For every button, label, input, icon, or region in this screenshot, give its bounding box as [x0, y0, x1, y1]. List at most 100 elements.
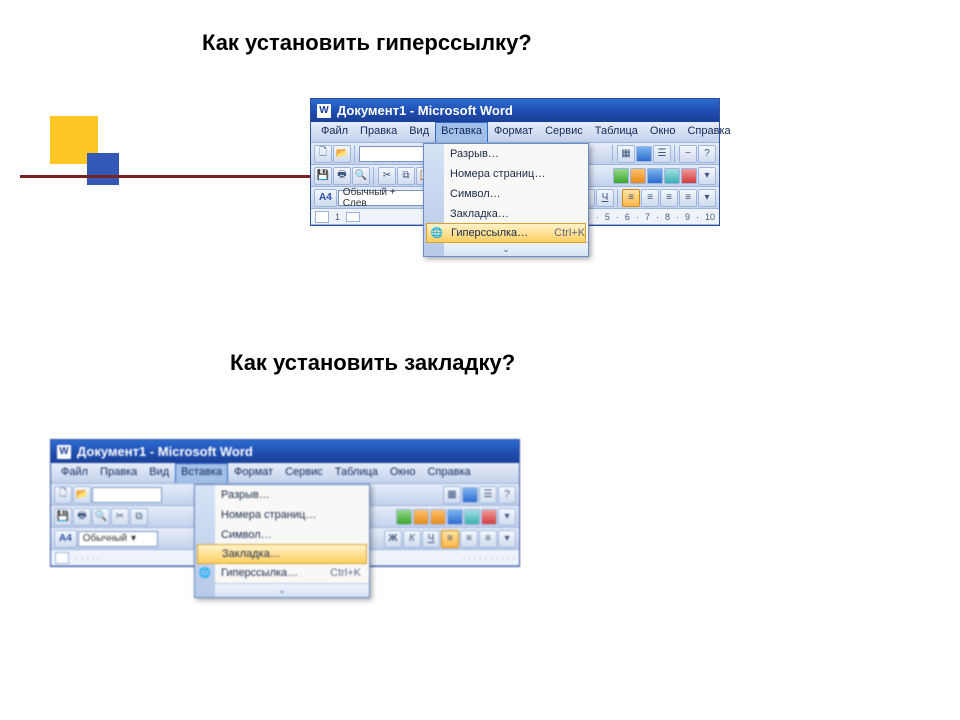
- cut-icon[interactable]: ✂: [378, 167, 396, 185]
- menu-item-pagenumbers[interactable]: Номера страниц…: [195, 505, 369, 525]
- style-name-text: Обычный + Слев: [343, 187, 420, 209]
- titlebar: W Документ1 - Microsoft Word: [51, 440, 519, 463]
- menu-item-symbol[interactable]: Символ…: [424, 184, 588, 204]
- chevron-down-icon[interactable]: ▾: [698, 167, 716, 185]
- new-doc-icon[interactable]: 🗋: [314, 145, 332, 163]
- align-center-icon[interactable]: ≡: [641, 189, 659, 207]
- italic-button[interactable]: К: [403, 530, 421, 548]
- preview-icon[interactable]: 🔍: [92, 508, 110, 526]
- help-icon[interactable]: ?: [498, 486, 516, 504]
- columns-icon[interactable]: ☰: [479, 486, 497, 504]
- menu-format[interactable]: Формат: [228, 463, 279, 483]
- zoom-out-icon[interactable]: −: [679, 145, 697, 163]
- chevron-down-icon[interactable]: ▾: [498, 508, 516, 526]
- menu-item-symbol[interactable]: Символ…: [195, 525, 369, 545]
- style-selector[interactable]: Обычный ▾: [78, 531, 158, 547]
- shortcut-text: Ctrl+K: [534, 227, 585, 239]
- style-indicator[interactable]: A4: [54, 530, 77, 548]
- slide-decoration-blue: [87, 153, 119, 185]
- menu-edit[interactable]: Правка: [354, 122, 403, 142]
- menu-table[interactable]: Таблица: [589, 122, 644, 142]
- align-left-icon[interactable]: ≡: [622, 189, 640, 207]
- copy-icon[interactable]: ⧉: [397, 167, 415, 185]
- swatch-icon[interactable]: [396, 509, 412, 525]
- ruler-label: · · · · · · · · · ·: [463, 553, 515, 563]
- open-icon[interactable]: 📂: [73, 486, 91, 504]
- heading-hyperlink: Как установить гиперссылку?: [202, 30, 532, 56]
- blank-field[interactable]: [92, 487, 162, 503]
- bold-button[interactable]: Ж: [384, 530, 402, 548]
- columns-icon[interactable]: ☰: [653, 145, 671, 163]
- print-icon[interactable]: 🖶: [333, 167, 351, 185]
- swatch-icon[interactable]: [630, 168, 646, 184]
- help-icon[interactable]: ?: [698, 145, 716, 163]
- menu-service[interactable]: Сервис: [539, 122, 589, 142]
- swatch-icon[interactable]: [447, 509, 463, 525]
- align-right-icon[interactable]: ≡: [660, 189, 678, 207]
- preview-icon[interactable]: 🔍: [352, 167, 370, 185]
- open-icon[interactable]: 📂: [333, 145, 351, 163]
- menu-help[interactable]: Справка: [421, 463, 476, 483]
- swatch-icon[interactable]: [481, 509, 497, 525]
- menu-item-break[interactable]: Разрыв…: [195, 485, 369, 505]
- align-left-icon[interactable]: ≡: [441, 530, 459, 548]
- menu-item-hyperlink[interactable]: 🌐 Гиперссылка… Ctrl+K: [195, 563, 369, 583]
- menu-item-break[interactable]: Разрыв…: [424, 144, 588, 164]
- menu-format[interactable]: Формат: [488, 122, 539, 142]
- menu-window[interactable]: Окно: [384, 463, 422, 483]
- ruler-corner-icon[interactable]: [55, 552, 69, 564]
- chevron-down-icon[interactable]: ▾: [698, 189, 716, 207]
- align-center-icon[interactable]: ≡: [460, 530, 478, 548]
- menu-item-bookmark[interactable]: Закладка…: [197, 544, 367, 564]
- save-icon[interactable]: 💾: [54, 508, 72, 526]
- swatch-icon[interactable]: [464, 509, 480, 525]
- swatch-icon[interactable]: [664, 168, 680, 184]
- swatch-icon[interactable]: [430, 509, 446, 525]
- menu-view[interactable]: Вид: [403, 122, 435, 142]
- menu-edit[interactable]: Правка: [94, 463, 143, 483]
- menu-insert[interactable]: Вставка: [175, 463, 228, 483]
- indent-marker-icon[interactable]: [346, 212, 360, 222]
- menu-view[interactable]: Вид: [143, 463, 175, 483]
- expand-menu-icon[interactable]: ⌄: [195, 583, 369, 597]
- swatch-icon[interactable]: [647, 168, 663, 184]
- menu-item-pagenumbers[interactable]: Номера страниц…: [424, 164, 588, 184]
- ruler-tick: 9: [685, 212, 690, 222]
- fillcolor-icon[interactable]: [636, 146, 652, 162]
- copy-icon[interactable]: ⧉: [130, 508, 148, 526]
- cut-icon[interactable]: ✂: [111, 508, 129, 526]
- fillcolor-icon[interactable]: [462, 487, 478, 503]
- ruler-tick: 7: [645, 212, 650, 222]
- expand-menu-icon[interactable]: ⌄: [424, 242, 588, 256]
- swatch-icon[interactable]: [681, 168, 697, 184]
- menu-item-bookmark[interactable]: Закладка…: [424, 204, 588, 224]
- swatch-icon[interactable]: [413, 509, 429, 525]
- ruler-corner-icon[interactable]: [315, 211, 329, 223]
- style-selector[interactable]: Обычный + Слев ▾: [338, 190, 434, 206]
- table-icon[interactable]: ▦: [617, 145, 635, 163]
- menu-table[interactable]: Таблица: [329, 463, 384, 483]
- menu-service[interactable]: Сервис: [279, 463, 329, 483]
- style-indicator[interactable]: A4: [314, 189, 337, 207]
- print-icon[interactable]: 🖶: [73, 508, 91, 526]
- underline-button[interactable]: Ч: [422, 530, 440, 548]
- table-icon[interactable]: ▦: [443, 486, 461, 504]
- titlebar-text: Документ1 - Microsoft Word: [77, 444, 253, 459]
- titlebar: W Документ1 - Microsoft Word: [311, 99, 719, 122]
- insert-dropdown: Разрыв… Номера страниц… Символ… Закладка…: [194, 484, 370, 598]
- menu-file[interactable]: Файл: [55, 463, 94, 483]
- menu-insert[interactable]: Вставка: [435, 122, 488, 142]
- menu-window[interactable]: Окно: [644, 122, 682, 142]
- underline-button[interactable]: Ч: [596, 189, 614, 207]
- menu-help[interactable]: Справка: [681, 122, 736, 142]
- menubar: Файл Правка Вид Вставка Формат Сервис Та…: [51, 463, 519, 484]
- menu-item-hyperlink[interactable]: 🌐 Гиперссылка… Ctrl+K: [426, 223, 586, 243]
- save-icon[interactable]: 💾: [314, 167, 332, 185]
- menu-file[interactable]: Файл: [315, 122, 354, 142]
- ruler-tick: 1: [335, 212, 340, 222]
- swatch-icon[interactable]: [613, 168, 629, 184]
- new-doc-icon[interactable]: 🗋: [54, 486, 72, 504]
- align-justify-icon[interactable]: ≡: [679, 189, 697, 207]
- align-right-icon[interactable]: ≡: [479, 530, 497, 548]
- chevron-down-icon[interactable]: ▾: [498, 530, 516, 548]
